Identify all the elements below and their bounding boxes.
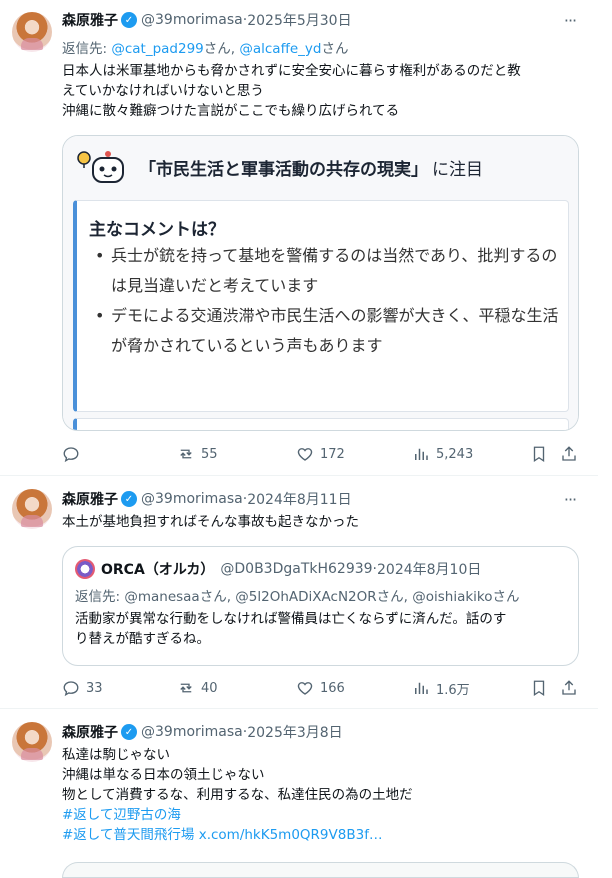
media-card-partial[interactable] xyxy=(62,862,579,878)
quote-header: ORCA（オルカ） @D0B3DgaTkH62939 · 2024年8月10日 xyxy=(75,559,481,579)
quote-date: 2024年8月10日 xyxy=(377,562,482,578)
url-link[interactable]: x.com/hkK5m0QR9V8B3f… xyxy=(199,827,383,843)
author-name[interactable]: 森原雅子 xyxy=(62,722,118,742)
reply-icon xyxy=(63,447,79,463)
card-image: 「市民生活と軍事活動の共存の現実」 に注目 主なコメントは？ 兵士が銃を持って基… xyxy=(63,136,578,430)
like-count: 166 xyxy=(320,680,345,696)
reply-prefix: 返信先: xyxy=(62,41,112,57)
robot-icon xyxy=(77,151,124,183)
comment-list: 兵士が銃を持って基地を警備するのは当然であり、批判するのは見当違いだと考えていま… xyxy=(89,241,563,361)
bookmark-icon xyxy=(533,680,545,697)
quote-text: 活動家が異常な行動をしなければ警備員は亡くならずに済んだ。話のす り替えが酷すぎ… xyxy=(75,611,507,647)
retweet-icon xyxy=(180,683,192,693)
author-handle[interactable]: @39morimasa xyxy=(141,12,243,28)
retweet-count: 55 xyxy=(201,446,218,462)
link-card[interactable]: 「市民生活と軍事活動の共存の現実」 に注目 主なコメントは？ 兵士が銃を持って基… xyxy=(62,135,579,431)
post-1[interactable]: 森原雅子 ✓ @39morimasa · 2025年5月30日 ··· 返信先:… xyxy=(0,0,598,476)
bookmark-button[interactable] xyxy=(530,678,554,698)
views-icon xyxy=(415,448,428,460)
card-title-row: 「市民生活と軍事活動の共存の現実」 に注目 xyxy=(75,148,483,186)
card-title-suffix: に注目 xyxy=(432,159,483,180)
quote-author: ORCA（オルカ） xyxy=(101,562,215,578)
post-date[interactable]: 2025年3月8日 xyxy=(247,722,342,742)
text-line: 私達は駒じゃない xyxy=(62,747,170,763)
avatar[interactable] xyxy=(12,489,52,529)
like-button[interactable]: 166 xyxy=(296,678,345,698)
action-bar: 55 172 5,243 xyxy=(62,444,582,464)
views-count: 5,243 xyxy=(436,446,474,462)
like-button[interactable]: 172 xyxy=(296,444,345,464)
retweet-button[interactable]: 40 xyxy=(177,678,218,698)
verified-badge-icon: ✓ xyxy=(121,724,137,740)
share-button[interactable] xyxy=(560,444,584,464)
bookmark-icon xyxy=(533,446,545,463)
avatar[interactable] xyxy=(12,12,52,52)
author-handle[interactable]: @39morimasa xyxy=(141,491,243,507)
like-icon xyxy=(297,682,313,695)
post-header: 森原雅子 ✓ @39morimasa · 2025年3月8日 xyxy=(62,722,343,742)
post-date[interactable]: 2024年8月11日 xyxy=(247,489,351,509)
verified-badge-icon: ✓ xyxy=(121,12,137,28)
hashtag-link[interactable]: #返して辺野古の海 xyxy=(62,805,582,825)
views-button[interactable]: 5,243 xyxy=(412,444,473,464)
hashtag-link[interactable]: #返して普天間飛行場 xyxy=(62,827,194,843)
comment-item: 兵士が銃を持って基地を警備するのは当然であり、批判するのは見当違いだと考えていま… xyxy=(89,241,563,301)
like-count: 172 xyxy=(320,446,345,462)
quote-reply-to: 返信先: @manesaaさん, @5l2OhADiXAcN2ORさん, @oi… xyxy=(75,589,520,605)
reply-san: さん, xyxy=(203,41,240,57)
views-count: 1.6万 xyxy=(436,682,470,698)
author-name[interactable]: 森原雅子 xyxy=(62,10,118,30)
author-name[interactable]: 森原雅子 xyxy=(62,489,118,509)
action-bar: 33 40 166 1.6万 xyxy=(62,678,582,698)
post-text: 本土が基地負担すればそんな事故も起きなかった xyxy=(62,514,359,530)
share-button[interactable] xyxy=(560,678,584,698)
share-icon xyxy=(562,446,576,461)
post-2[interactable]: 森原雅子 ✓ @39morimasa · 2024年8月11日 ··· 本土が基… xyxy=(0,477,598,709)
post-text: 日本人は米軍基地からも脅かされずに安全安心に暮らす権利があるのだと教 えていかな… xyxy=(62,63,521,119)
text-line: 物として消費するな、利用するな、私達住民の為の土地だ xyxy=(62,787,413,803)
post-3[interactable]: 森原雅子 ✓ @39morimasa · 2025年3月8日 私達は駒じゃない … xyxy=(0,710,598,878)
reply-icon xyxy=(63,681,79,697)
retweet-icon xyxy=(180,449,192,459)
comment-box: 主なコメントは？ 兵士が銃を持って基地を警備するのは当然であり、批判するのは見当… xyxy=(73,200,569,412)
views-icon xyxy=(415,682,428,694)
reply-button[interactable] xyxy=(62,444,86,464)
author-handle[interactable]: @39morimasa xyxy=(141,724,243,740)
post-date[interactable]: 2025年5月30日 xyxy=(247,10,351,30)
retweet-count: 40 xyxy=(201,680,218,696)
reply-user-link[interactable]: @alcaffe_yd xyxy=(239,41,321,57)
post-header: 森原雅子 ✓ @39morimasa · 2024年8月11日 xyxy=(62,489,352,509)
quote-handle: @D0B3DgaTkH62939 xyxy=(220,561,373,577)
reply-to: 返信先: @cat_pad299さん, @alcaffe_ydさん xyxy=(62,37,349,57)
text-line: 沖縄は単なる日本の領土じゃない xyxy=(62,767,265,783)
quoted-post[interactable]: ORCA（オルカ） @D0B3DgaTkH62939 · 2024年8月10日 … xyxy=(62,546,579,666)
retweet-button[interactable]: 55 xyxy=(177,444,218,464)
comment-item: デモによる交通渋滞や市民生活への影響が大きく、平穏な生活が脅かされているという声… xyxy=(89,301,563,361)
like-icon xyxy=(297,448,313,461)
comment-box-continued xyxy=(73,418,569,430)
share-icon xyxy=(562,680,576,695)
more-icon[interactable]: ··· xyxy=(560,11,580,31)
quote-avatar xyxy=(75,559,95,579)
avatar[interactable] xyxy=(12,722,52,762)
reply-count: 33 xyxy=(86,680,103,696)
post-header: 森原雅子 ✓ @39morimasa · 2025年5月30日 xyxy=(62,10,352,30)
post-text: 私達は駒じゃない 沖縄は単なる日本の領土じゃない 物として消費するな、利用するな… xyxy=(62,745,582,845)
more-icon[interactable]: ··· xyxy=(560,490,580,510)
views-button[interactable]: 1.6万 xyxy=(412,678,470,698)
reply-button[interactable]: 33 xyxy=(62,678,103,698)
comment-heading: 主なコメントは？ xyxy=(89,220,225,240)
card-title: 「市民生活と軍事活動の共存の現実」 xyxy=(139,159,428,180)
verified-badge-icon: ✓ xyxy=(121,491,137,507)
bookmark-button[interactable] xyxy=(530,444,554,464)
reply-user-link[interactable]: @cat_pad299 xyxy=(111,41,203,57)
reply-san: さん xyxy=(321,41,349,57)
